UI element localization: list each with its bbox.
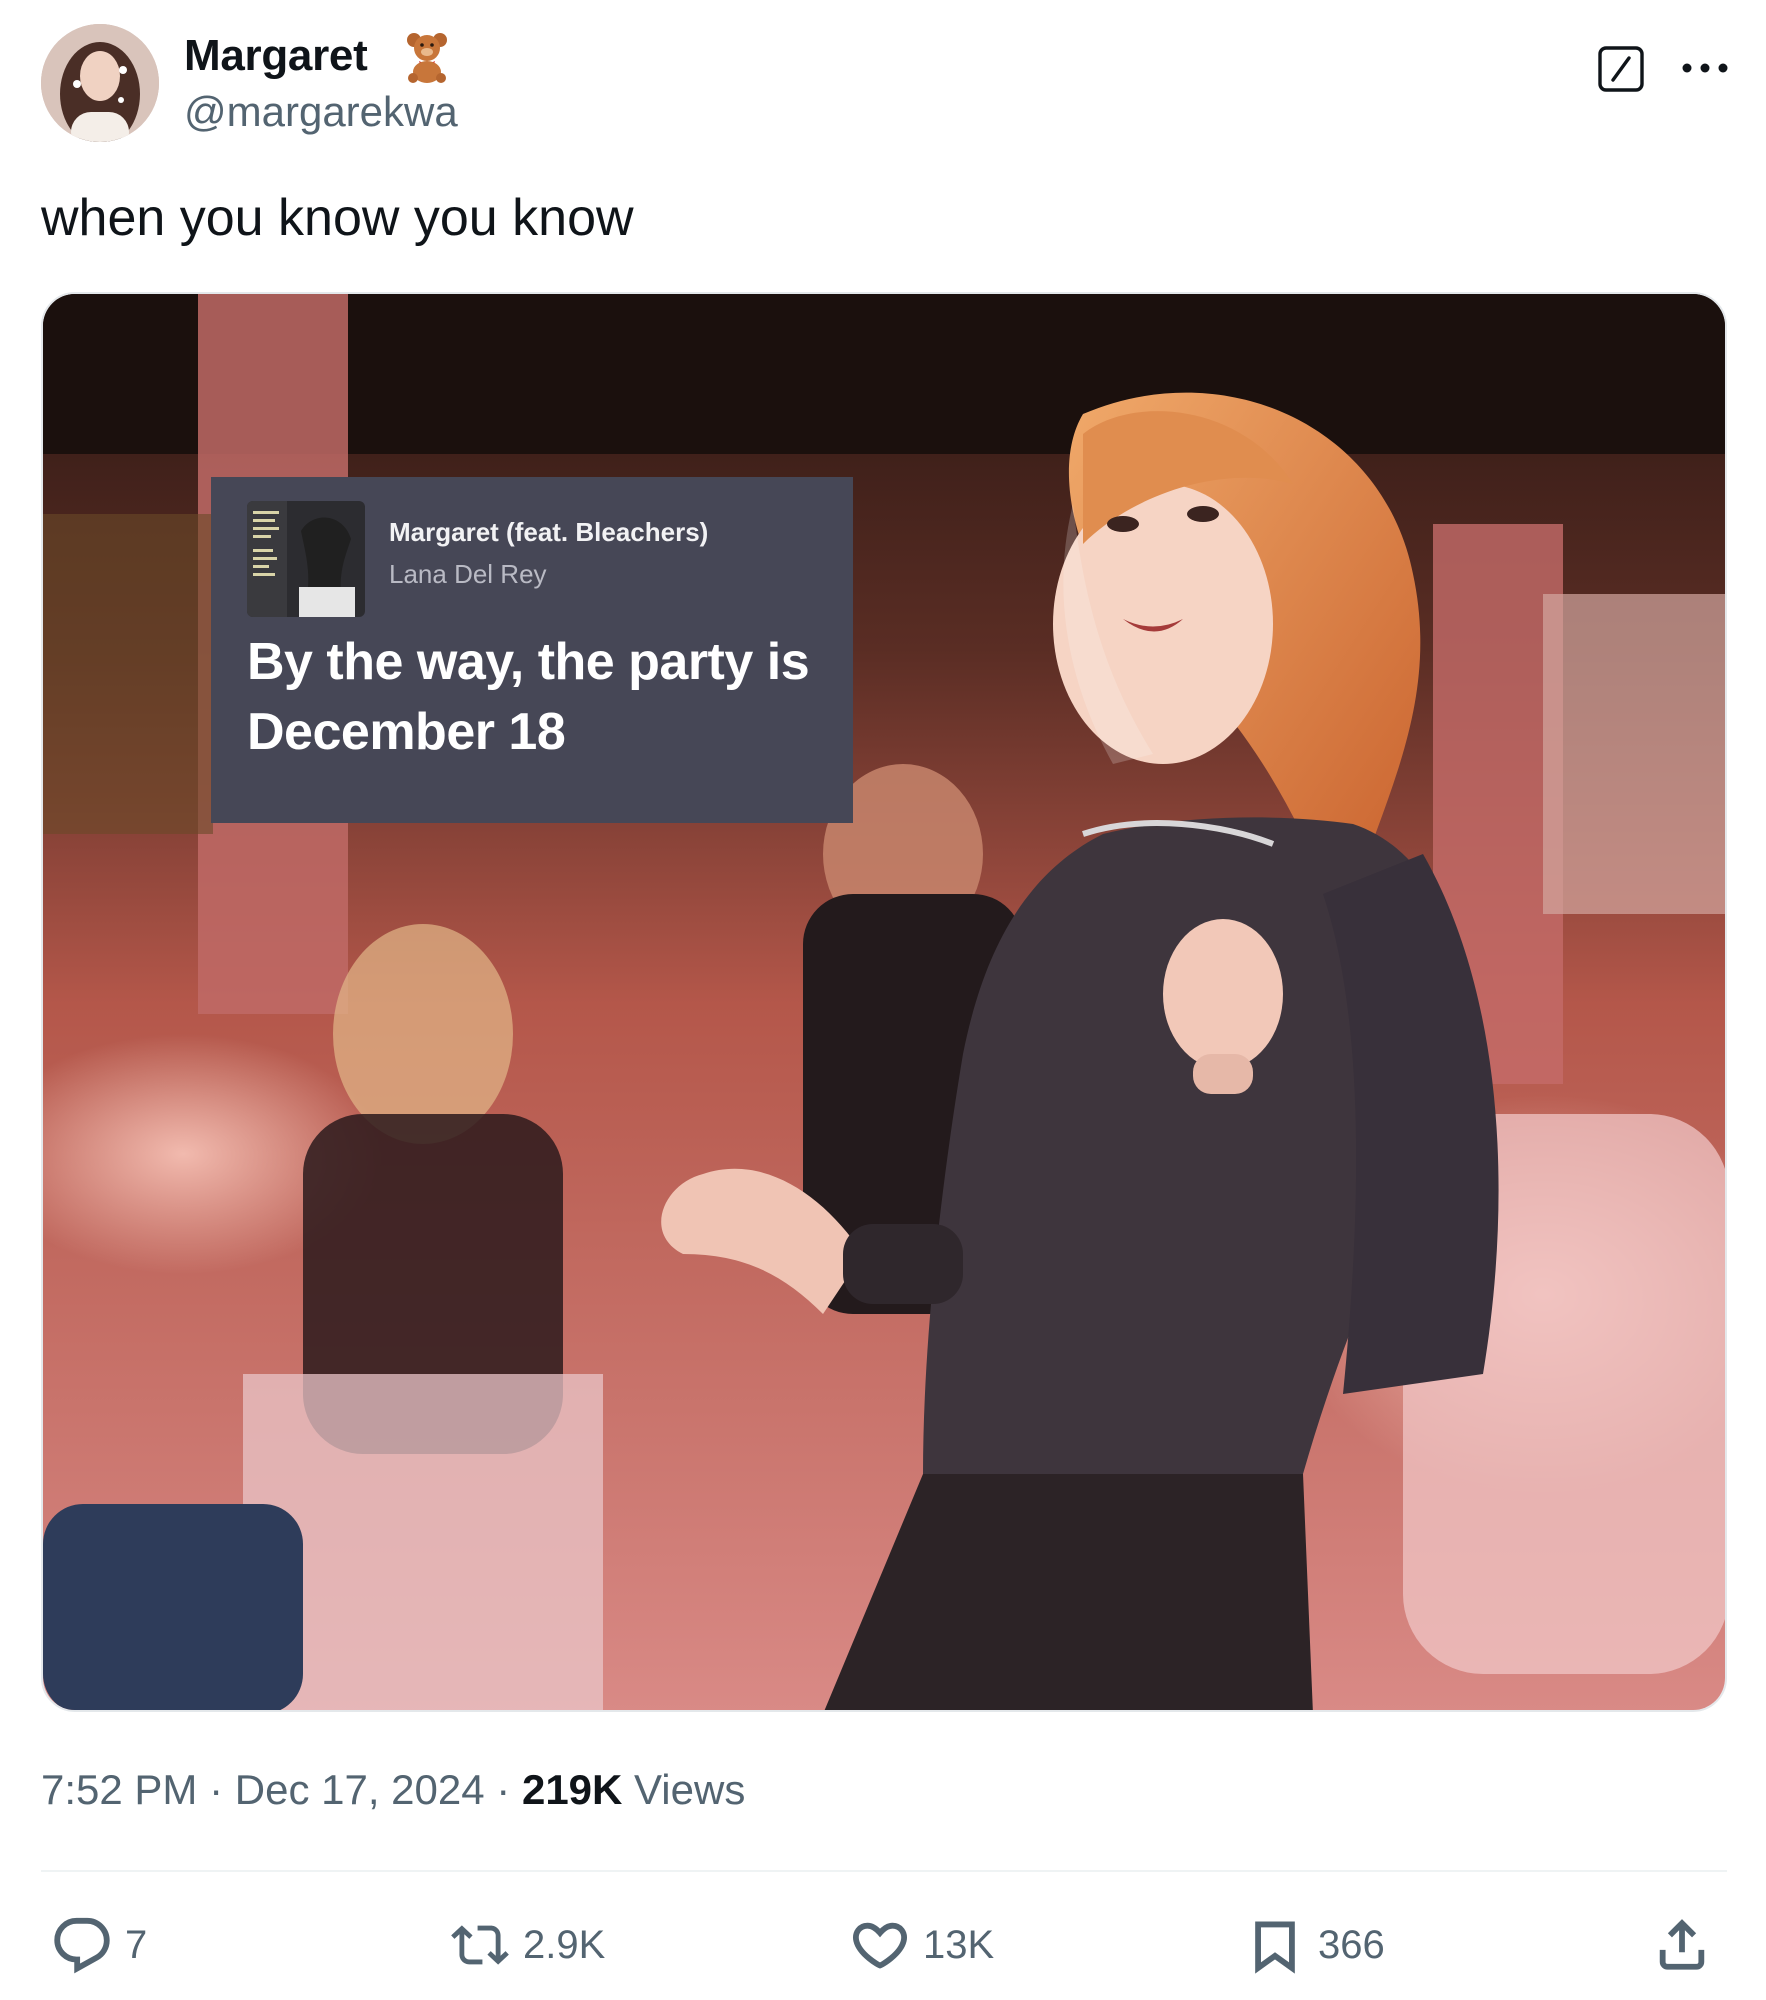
- bookmark-button[interactable]: 366: [1246, 1900, 1385, 1990]
- repost-button[interactable]: 2.9K: [451, 1900, 605, 1990]
- teddy-bear-icon: [407, 33, 447, 83]
- tweet-text: when you know you know: [41, 189, 634, 247]
- user-handle[interactable]: @margarekwa: [184, 86, 458, 138]
- bookmark-count: 366: [1318, 1922, 1385, 1967]
- views-count: 219K: [521, 1766, 623, 1813]
- share-icon: [1659, 1919, 1705, 1970]
- avatar[interactable]: [41, 24, 159, 142]
- reply-icon: [54, 1917, 110, 1974]
- grok-icon[interactable]: [1596, 44, 1646, 94]
- tweet-media[interactable]: Margaret (feat. Bleachers) Lana Del Rey …: [41, 292, 1727, 1712]
- tweet-time[interactable]: 7:52 PM: [41, 1766, 197, 1813]
- reply-count: 7: [125, 1922, 148, 1967]
- views-label: Views: [634, 1766, 746, 1813]
- action-bar: 7 2.9K 13K 366: [41, 1900, 1727, 1990]
- tweet-header: Margaret @margarekwa: [41, 24, 1728, 144]
- like-button[interactable]: 13K: [851, 1900, 994, 1990]
- tweet-date[interactable]: Dec 17, 2024: [235, 1766, 485, 1813]
- heart-icon: [853, 1922, 907, 1969]
- lyric-card: Margaret (feat. Bleachers) Lana Del Rey …: [211, 477, 853, 823]
- display-name[interactable]: Margaret: [184, 30, 368, 82]
- bookmark-icon: [1255, 1921, 1295, 1974]
- repost-count: 2.9K: [523, 1922, 606, 1967]
- repost-icon: [451, 1925, 509, 1965]
- album-art: [247, 501, 365, 617]
- reply-button[interactable]: 7: [53, 1900, 147, 1990]
- divider: [41, 1870, 1727, 1872]
- meta-separator: ·: [209, 1766, 224, 1813]
- lyric-text: By the way, the party is December 18: [247, 633, 810, 761]
- meta-separator: ·: [496, 1766, 511, 1813]
- more-options-icon[interactable]: [1679, 58, 1731, 78]
- like-count: 13K: [923, 1922, 995, 1967]
- share-button[interactable]: [1653, 1900, 1711, 1990]
- tweet-meta: 7:52 PM · Dec 17, 2024 · 219K Views: [41, 1764, 745, 1816]
- song-title: Margaret (feat. Bleachers): [389, 517, 709, 547]
- song-artist: Lana Del Rey: [389, 559, 547, 589]
